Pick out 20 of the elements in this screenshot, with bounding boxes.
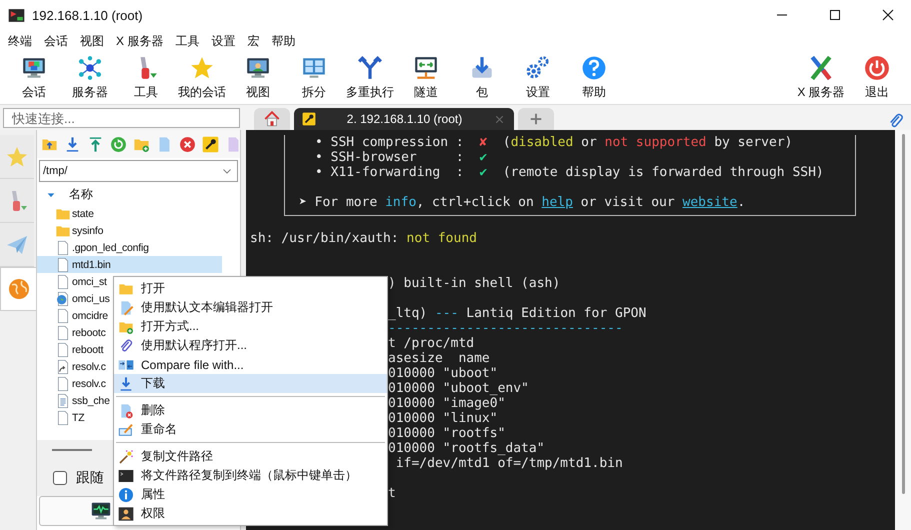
window-title: 192.168.1.10 (root) — [32, 8, 143, 22]
terminal-line: ) built-in shell (ash) — [388, 276, 560, 291]
terminal-line: if=/dev/mtd1 of=/tmp/mtd1.bin — [394, 456, 623, 471]
terminal-line: _ltq) --- Lantiq Edition for GPON — [388, 306, 646, 321]
terminal-line: ------------------------------ — [388, 321, 623, 336]
terminal-line: • SSH compression : ✘ (disabled or not supported by server) — [314, 135, 794, 150]
terminal-line: t /proc/mtd — [388, 336, 474, 351]
terminal-line: 010000 "rootfs" — [388, 426, 506, 441]
terminal-line: • SSH-browser : ✔ — [314, 150, 488, 165]
terminal-line: 010000 "uboot" — [388, 366, 498, 381]
terminal-line: t — [388, 486, 396, 501]
terminal-line: • X11-forwarding : ✔ (remote display is forwarded through SSH) — [314, 165, 825, 180]
terminal-line: ➤ For more info, ctrl+click on help or visit our website. — [298, 195, 746, 210]
terminal-line: 010000 "image0" — [388, 396, 506, 411]
terminal-line: asesize name — [388, 351, 490, 366]
terminal-line: 010000 "rootfs_data" — [388, 441, 545, 456]
terminal-line: 010000 "linux" — [388, 411, 498, 426]
terminal-line: 010000 "uboot_env" — [388, 381, 529, 396]
terminal-line: sh: /usr/bin/xauth: not found — [250, 231, 478, 246]
checkbox-label: 跟随 — [76, 469, 104, 487]
